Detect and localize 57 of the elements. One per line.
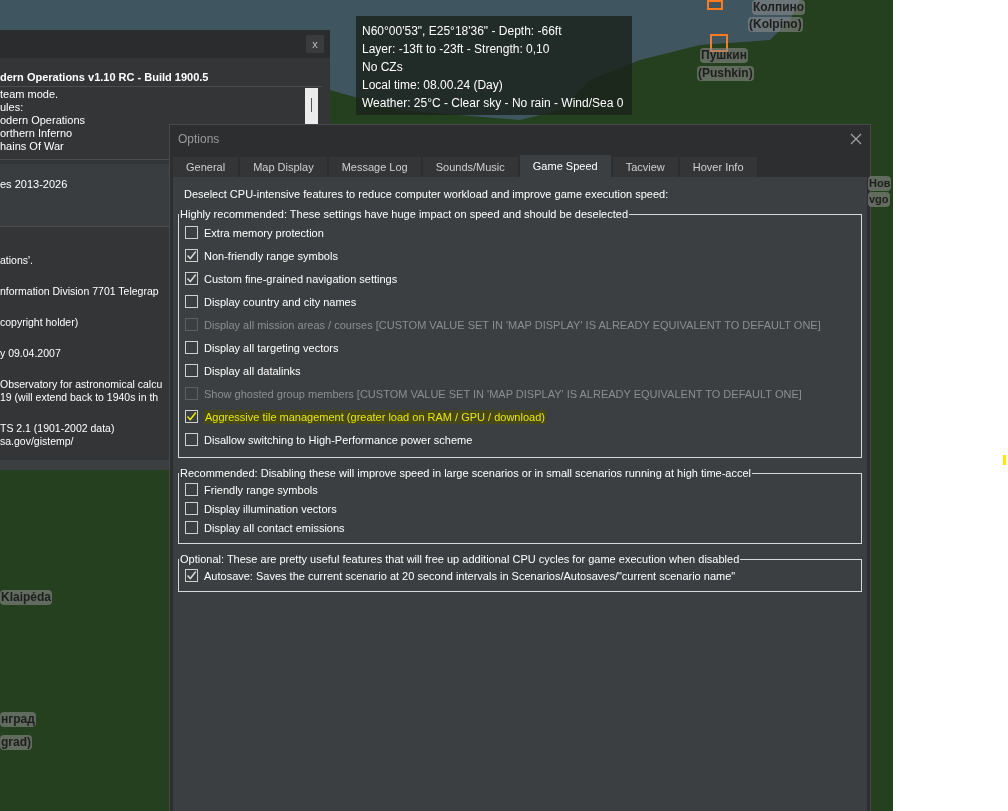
about-text: copyright holder): [0, 316, 79, 329]
about-text: nformation Division 7701 Telegrap: [0, 285, 159, 298]
map-label: (Pushkin): [697, 66, 754, 81]
grid-marker-icon: [710, 34, 728, 52]
checkbox-label: Disallow switching to High-Performance power scheme: [204, 432, 473, 447]
hover-info-line: No CZs: [362, 59, 404, 76]
tab[interactable]: Map Display: [240, 157, 327, 177]
checkbox-label: Display country and city names: [204, 294, 357, 309]
tab[interactable]: Game Speed: [519, 155, 611, 177]
list-line: ules:: [0, 101, 25, 114]
hover-info-line: Layer: -13ft to -23ft - Strength: 0,10: [362, 41, 551, 58]
list-line: odern Operations: [0, 114, 86, 127]
checkbox-label: Non-friendly range symbols: [204, 248, 338, 263]
checkbox-label: Display all datalinks: [204, 363, 301, 378]
hover-info-line: Local time: 08.00.24 (Day): [362, 77, 504, 94]
tab[interactable]: General: [173, 157, 239, 177]
map-marker: [1003, 455, 1006, 465]
map-label: нград: [0, 712, 36, 727]
checkbox-label: Display all contact emissions: [204, 520, 345, 535]
hover-info-line: N60°00'53", E25°18'36" - Depth: -66ft: [362, 23, 563, 40]
checkbox-label: Aggressive tile management (greater load on RAM / GPU / download): [204, 409, 546, 424]
hover-info-line: Weather: 25°C - Clear sky - No rain - Wind/Sea 0: [362, 95, 625, 112]
about-header: dern Operations v1.10 RC - Build 1900.5: [0, 70, 210, 85]
close-icon[interactable]: [850, 133, 862, 145]
about-text: y 09.04.2007: [0, 347, 61, 360]
map-label: Пушкин: [700, 48, 748, 63]
about-text: sa.gov/gistemp/: [0, 435, 74, 448]
checkbox-label: Friendly range symbols: [204, 482, 318, 497]
map-label: (Kolpino): [748, 17, 803, 32]
group-legend: Recommended: Disabling these will improve speed in large scenarios or in small scenarios running at high time-accel: [179, 466, 753, 480]
about-text: TS 2.1 (1901-2002 data): [0, 422, 115, 435]
about-text: ations'.: [0, 254, 33, 267]
checkbox-label: Custom fine-grained navigation settings: [204, 271, 398, 286]
tab[interactable]: Message Log: [328, 157, 421, 177]
checkbox-label: Show ghosted group members [CUSTOM VALUE SET IN 'MAP DISPLAY' IS ALREADY EQUIVALENT TO DEFAULT ONE]: [204, 386, 802, 401]
map-label: grad): [0, 735, 32, 750]
tab[interactable]: Tacview: [612, 157, 678, 177]
checkbox-label: Display all mission areas / courses [CUSTOM VALUE SET IN 'MAP DISPLAY' IS ALREADY EQUIVALENT TO DEFAULT ONE]: [204, 317, 821, 332]
grid-marker-icon: [707, 0, 723, 10]
intro-text: Deselect CPU-intensive features to reduce computer workload and improve game execution speed:: [183, 187, 670, 201]
about-text: 19 (will extend back to 1940s in th: [0, 391, 159, 404]
checkbox-label: Autosave: Saves the current scenario at 20 second intervals in Scenarios/Autosaves/"current scenario name": [204, 568, 736, 583]
map-label: Klaipėda: [0, 590, 52, 605]
checkbox-label: Extra memory protection: [204, 225, 324, 240]
window-title: Options: [178, 131, 220, 148]
copyright-text: es 2013-2026: [0, 177, 69, 191]
tab[interactable]: Hover Info: [679, 157, 757, 177]
about-text: Observatory for astronomical calcu: [0, 378, 163, 391]
checkbox-label: Display illumination vectors: [204, 501, 337, 516]
group-legend: Optional: These are pretty useful features that will free up additional CPU cycles for game execution when disabled: [179, 552, 741, 566]
close-button[interactable]: x: [306, 35, 324, 53]
group-legend: Highly recommended: These settings have huge impact on speed and should be deselected: [179, 207, 630, 221]
scrollbar[interactable]: [305, 88, 318, 124]
tab[interactable]: Sounds/Music: [422, 157, 518, 177]
checkbox-label: Display all targeting vectors: [204, 340, 339, 355]
map-label: Колпино: [752, 0, 806, 15]
list-line: team mode.: [0, 88, 60, 101]
